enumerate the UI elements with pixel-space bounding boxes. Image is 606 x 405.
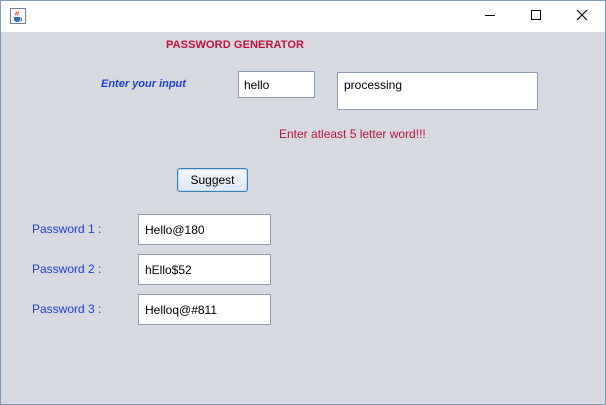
password-2-field[interactable] bbox=[138, 254, 271, 285]
java-coffee-cup-icon[interactable] bbox=[10, 8, 26, 24]
password-1-field[interactable] bbox=[138, 214, 271, 245]
password-3-field[interactable] bbox=[138, 294, 271, 325]
password-1-label: Password 1 : bbox=[32, 222, 102, 236]
close-icon bbox=[576, 8, 588, 26]
main-panel: PASSWORD GENERATOR Enter your input proc… bbox=[1, 32, 605, 404]
input-label: Enter your input bbox=[101, 78, 186, 90]
word-input[interactable] bbox=[238, 71, 315, 98]
error-message: Enter atleast 5 letter word!!! bbox=[279, 127, 426, 141]
minimize-icon bbox=[484, 8, 496, 26]
password-2-label: Password 2 : bbox=[32, 262, 102, 276]
page-title: PASSWORD GENERATOR bbox=[166, 39, 305, 51]
title-bar[interactable] bbox=[1, 1, 605, 32]
minimize-button[interactable] bbox=[467, 1, 513, 32]
close-button[interactable] bbox=[559, 1, 605, 32]
maximize-button[interactable] bbox=[513, 1, 559, 32]
maximize-icon bbox=[530, 8, 542, 26]
app-window: PASSWORD GENERATOR Enter your input proc… bbox=[0, 0, 606, 405]
password-3-label: Password 3 : bbox=[32, 302, 102, 316]
status-text-area[interactable]: processing bbox=[337, 72, 538, 110]
suggest-button[interactable]: Suggest bbox=[177, 168, 248, 192]
